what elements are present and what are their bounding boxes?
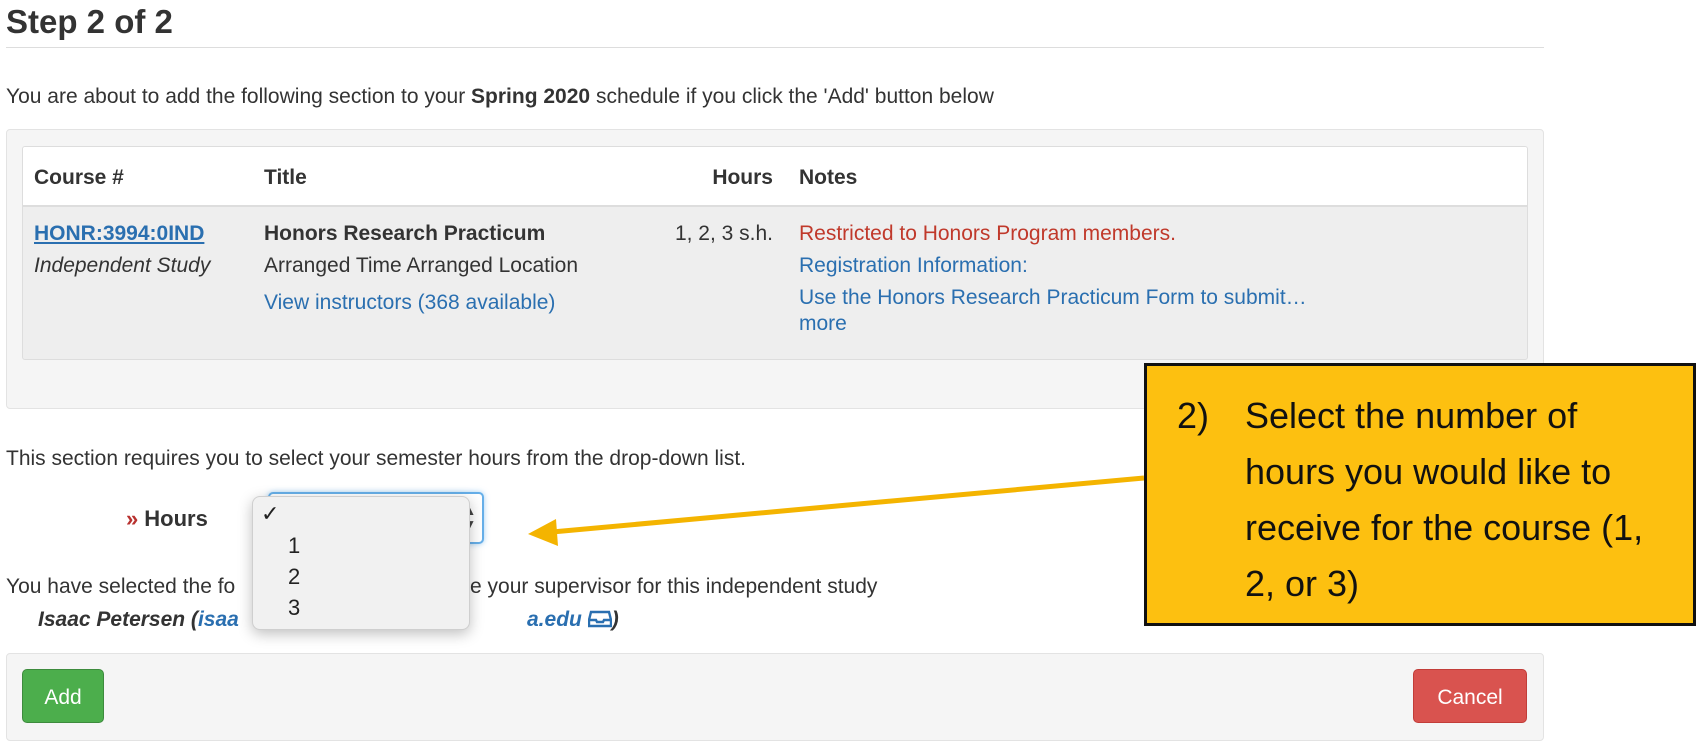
supervisor-name: Isaac Petersen (isaa: [38, 607, 239, 633]
header-notes: Notes: [799, 166, 858, 189]
time-location: Arranged Time Arranged Location: [264, 254, 579, 277]
hours-label: » Hours: [126, 506, 208, 532]
instruction-callout: 2) Select the number of hours you would …: [1144, 363, 1696, 626]
header-hours: Hours: [712, 166, 773, 189]
restriction-note: Restricted to Honors Program members.: [799, 222, 1176, 245]
course-table: Course # Title Hours Notes HONR:3994:0IN…: [22, 146, 1528, 360]
page-title: Step 2 of 2: [6, 3, 173, 40]
intro-suffix: schedule if you click the 'Add' button b…: [590, 85, 994, 108]
hours-label-text: Hours: [144, 506, 208, 531]
more-link[interactable]: more: [799, 311, 847, 337]
form-note: Use the Honors Research Practicum Form t…: [799, 286, 1307, 309]
course-title: Honors Research Practicum: [264, 222, 546, 245]
inbox-icon: [587, 608, 612, 631]
hours-option-1[interactable]: 1: [253, 531, 469, 561]
add-button[interactable]: Add: [22, 669, 104, 723]
table-header-row: Course # Title Hours Notes: [23, 147, 1527, 207]
hours-option-blank[interactable]: ✓: [253, 499, 469, 529]
header-title: Title: [264, 166, 307, 189]
callout-number: 2): [1177, 395, 1210, 436]
course-code-link[interactable]: HONR:3994:0IND: [34, 221, 204, 247]
supervisor-text-start: You have selected the fo: [6, 575, 236, 598]
supervisor-email-tail: a.edu ): [527, 607, 619, 633]
supervisor-email-end[interactable]: a.edu: [527, 608, 582, 631]
hours-requirement-text: This section requires you to select your…: [6, 447, 746, 470]
intro-term: Spring 2020: [471, 85, 591, 108]
header-course: Course #: [34, 166, 124, 189]
title-divider: [6, 47, 1544, 48]
registration-info-label: Registration Information:: [799, 254, 1028, 277]
intro-text: You are about to add the following secti…: [6, 84, 994, 110]
supervisor-text-end: e your supervisor for this independent s…: [470, 575, 878, 598]
action-bar: [6, 653, 1544, 741]
hours-dropdown-menu: ✓ 1 2 3: [252, 496, 470, 630]
course-hours: 1, 2, 3 s.h.: [674, 222, 773, 245]
course-type: Independent Study: [34, 254, 211, 277]
supervisor-email-link[interactable]: isaa: [198, 608, 239, 631]
table-row: HONR:3994:0IND Independent Study Honors …: [23, 209, 1527, 359]
supervisor-closing: ): [611, 608, 619, 631]
callout-text: Select the number of hours you would lik…: [1245, 395, 1644, 604]
cancel-button[interactable]: Cancel: [1413, 669, 1527, 723]
supervisor-name-text: Isaac Petersen (: [38, 608, 198, 631]
checkmark-icon: ✓: [261, 501, 280, 526]
view-instructors-link[interactable]: View instructors (368 available): [264, 290, 555, 316]
hours-option-3[interactable]: 3: [253, 593, 469, 623]
double-chevron-icon: »: [126, 506, 139, 531]
hours-option-2[interactable]: 2: [253, 562, 469, 592]
intro-prefix: You are about to add the following secti…: [6, 85, 472, 108]
